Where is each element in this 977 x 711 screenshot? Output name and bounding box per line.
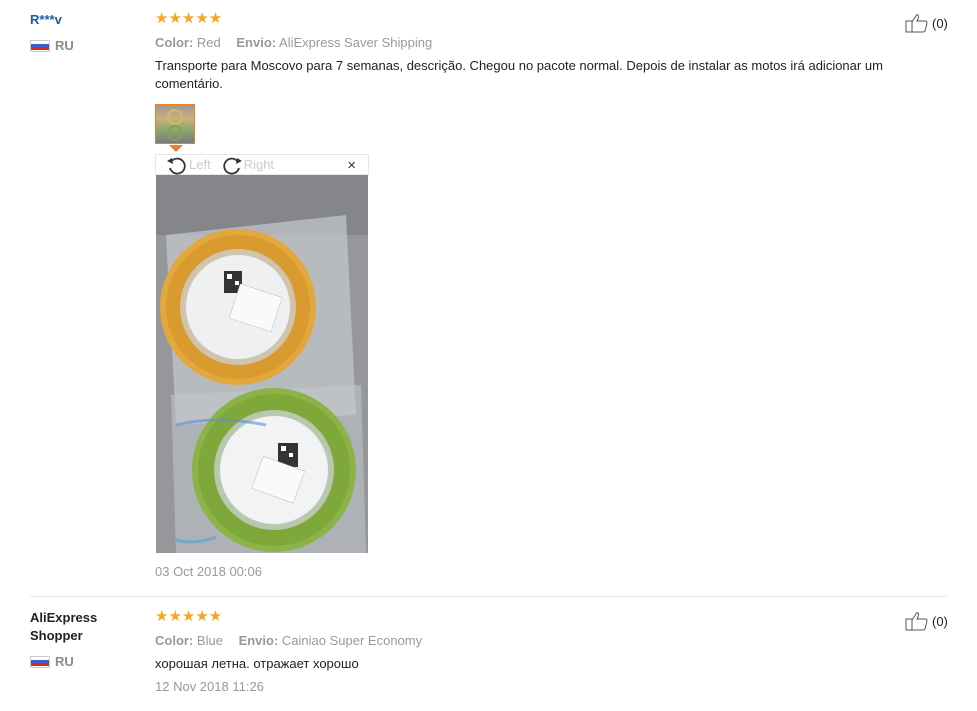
reviewer-country: RU bbox=[30, 38, 74, 53]
review-attributes: Color: Red Envio: AliExpress Saver Shipp… bbox=[155, 34, 925, 52]
review-divider bbox=[30, 596, 947, 597]
color-label: Color: bbox=[155, 35, 194, 50]
shipping-value: AliExpress Saver Shipping bbox=[279, 35, 433, 50]
photo-viewer-toolbar: Left Right × bbox=[155, 154, 369, 175]
review-date: 03 Oct 2018 00:06 bbox=[155, 564, 262, 579]
rotate-right-icon bbox=[223, 157, 242, 174]
shipping-value: Cainiao Super Economy bbox=[281, 633, 423, 648]
shipping-label: Envio: bbox=[238, 633, 279, 648]
product-photo-image bbox=[156, 175, 368, 553]
star-rating: ★★★★★ bbox=[155, 608, 223, 625]
thumbs-up-icon bbox=[905, 14, 928, 33]
rotate-left-label: Left bbox=[189, 157, 211, 172]
reviewer-country: RU bbox=[30, 654, 74, 669]
shipping-label: Envio: bbox=[236, 35, 277, 50]
review-content: ★★★★★ Color: Red Envio: AliExpress Saver… bbox=[155, 11, 925, 93]
review-date: 12 Nov 2018 11:26 bbox=[155, 679, 264, 694]
review-attributes: Color: Blue Envio: Cainiao Super Economy bbox=[155, 632, 925, 650]
reviewer: AliExpress Shopper bbox=[30, 609, 140, 645]
reviewer-name: AliExpress Shopper bbox=[30, 610, 98, 643]
country-code: RU bbox=[55, 654, 74, 669]
russia-flag-icon bbox=[30, 655, 50, 668]
helpful-count: (0) bbox=[932, 15, 948, 31]
review-text: Transporte para Moscovo para 7 semanas, … bbox=[155, 58, 883, 91]
close-viewer-icon[interactable]: × bbox=[347, 157, 356, 174]
country-code: RU bbox=[55, 38, 74, 53]
color-value: Blue bbox=[196, 633, 223, 648]
helpful-button[interactable]: (0) bbox=[905, 13, 948, 33]
color-value: Red bbox=[196, 35, 221, 50]
reviewer-name[interactable]: R***v bbox=[30, 11, 62, 29]
review-photo-thumbnail[interactable] bbox=[155, 104, 195, 144]
helpful-button[interactable]: (0) bbox=[905, 611, 948, 631]
reviewer: R***v bbox=[30, 11, 62, 29]
rotate-left-icon bbox=[167, 157, 186, 174]
review-photo bbox=[156, 175, 368, 553]
review-text: хорошая летна. отражает хорошо bbox=[155, 656, 359, 671]
russia-flag-icon bbox=[30, 39, 50, 52]
rotate-left-button[interactable]: Left bbox=[166, 155, 211, 175]
rotate-right-label: Right bbox=[243, 157, 275, 172]
thumbnail-pointer bbox=[169, 145, 183, 152]
review-content: ★★★★★ Color: Blue Envio: Cainiao Super E… bbox=[155, 609, 925, 696]
rotate-right-button[interactable]: Right bbox=[221, 155, 274, 175]
color-label: Color: bbox=[155, 633, 194, 648]
helpful-count: (0) bbox=[932, 613, 948, 629]
thumbs-up-icon bbox=[905, 612, 928, 631]
star-rating: ★★★★★ bbox=[155, 10, 223, 27]
